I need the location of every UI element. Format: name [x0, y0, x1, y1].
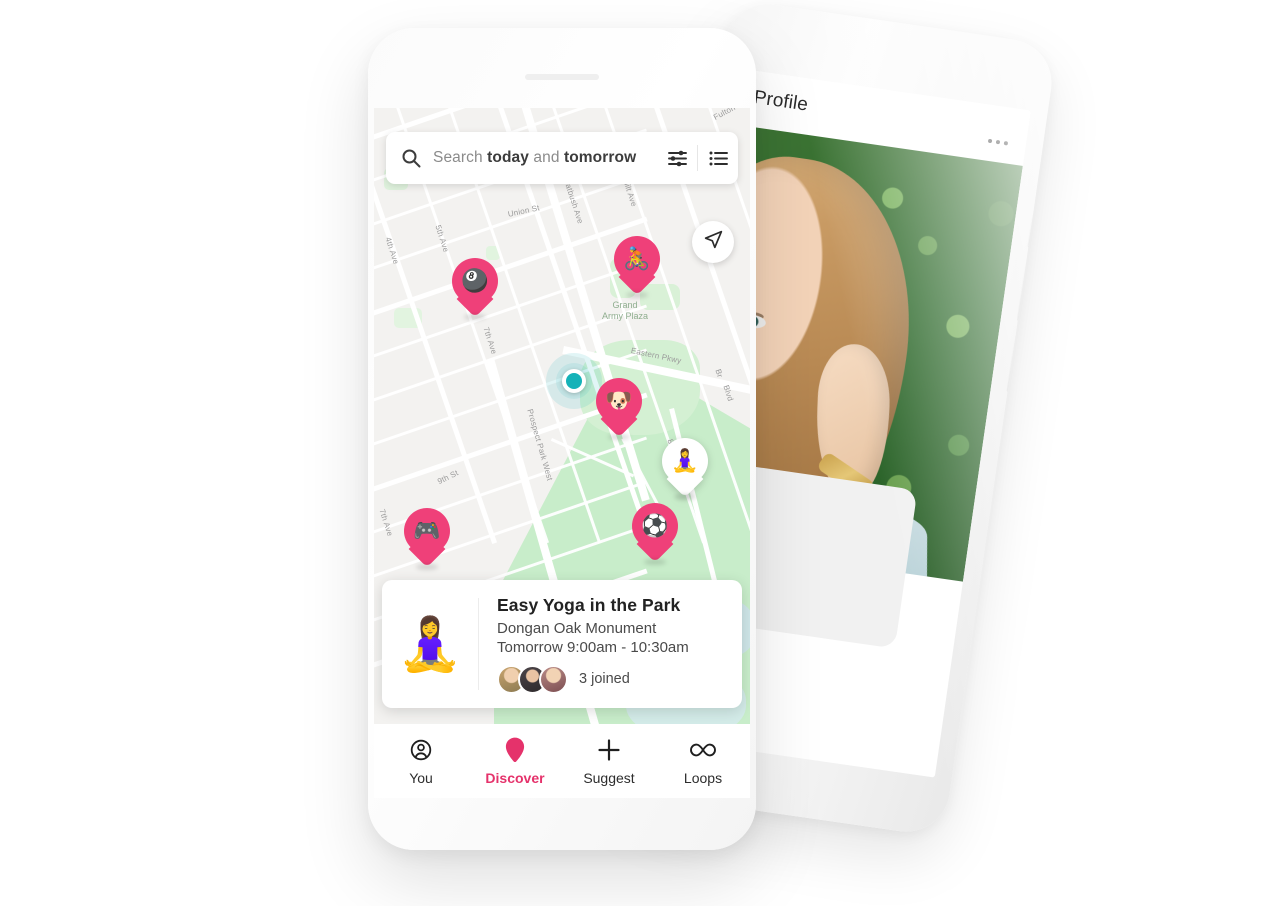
event-details: Easy Yoga in the Park Dongan Oak Monumen…: [479, 595, 742, 694]
infinity-icon: [688, 737, 718, 763]
nav-item-discover[interactable]: Discover: [468, 737, 562, 786]
sliders-icon[interactable]: [657, 148, 697, 169]
more-options-icon[interactable]: [987, 138, 1009, 146]
phone-side-button[interactable]: [1027, 213, 1037, 248]
phone-volume-button[interactable]: [1006, 334, 1019, 393]
locate-me-button[interactable]: [692, 221, 734, 263]
account-circle-icon: [409, 737, 433, 763]
pin-billiards[interactable]: 🎱: [452, 258, 498, 320]
event-time: Tomorrow 9:00am - 10:30am: [497, 638, 689, 656]
map-pin-icon: [504, 737, 526, 763]
front-phone-screen: Fulton 4th Ave 5th Ave Union St Flatbush Ave…: [374, 108, 750, 798]
front-phone-device: Fulton 4th Ave 5th Ave Union St Flatbush Ave…: [368, 28, 756, 850]
nav-label: Discover: [485, 769, 545, 786]
pin-gaming[interactable]: 🎮: [404, 508, 450, 570]
pin-dog[interactable]: 🐶: [596, 378, 642, 440]
search-bar[interactable]: Search today and tomorrow: [386, 132, 738, 184]
profile-title: Profile: [752, 86, 810, 116]
event-location: Dongan Oak Monument: [497, 619, 657, 637]
pin-soccer[interactable]: ⚽: [632, 503, 678, 565]
list-view-icon[interactable]: [698, 148, 738, 169]
screenshot-stage: Profile her people to ct Park. I was ut …: [0, 0, 1280, 906]
pin-billiards-glyph: 🎱: [461, 268, 489, 293]
event-title: Easy Yoga in the Park: [497, 594, 681, 615]
search-placeholder: Search today and tomorrow: [433, 149, 637, 166]
nav-label: You: [409, 769, 433, 786]
search-icon: [401, 148, 421, 168]
pin-yoga[interactable]: 🧘‍♀️: [662, 438, 708, 500]
pin-soccer-glyph: ⚽: [641, 513, 669, 538]
pin-cycling-glyph: 🚴: [623, 246, 651, 271]
street-label: Fulton: [712, 108, 737, 122]
avatar: [539, 664, 568, 694]
street-label: Prospect Park West: [525, 408, 555, 482]
phone-earpiece-speaker: [525, 74, 599, 80]
street-label: 9th St: [436, 468, 460, 487]
phone-volume-button[interactable]: [1016, 263, 1029, 322]
bottom-navigation-bar: You Discover Suggest Loops: [374, 724, 750, 798]
park-label: Grand Army Plaza: [602, 300, 649, 321]
pin-yoga-glyph: 🧘‍♀️: [671, 448, 699, 473]
joined-count-label: 3 joined: [579, 671, 630, 687]
street-label: 7th Ave: [481, 326, 499, 356]
event-attendees[interactable]: 3 joined: [497, 664, 742, 694]
nav-label: Suggest: [583, 769, 635, 786]
nav-item-loops[interactable]: Loops: [656, 737, 750, 786]
street-label: Br: [713, 368, 725, 379]
nav-item-you[interactable]: You: [374, 737, 468, 786]
street-label: 5th Ave: [433, 224, 451, 254]
pin-cycling[interactable]: 🚴: [614, 236, 660, 298]
pin-dog-glyph: 🐶: [605, 388, 633, 413]
navigation-arrow-icon: [703, 229, 724, 255]
plus-icon: [596, 737, 622, 763]
event-card[interactable]: 🧘‍♀️ Easy Yoga in the Park Dongan Oak Mo…: [382, 580, 742, 708]
nav-item-suggest[interactable]: Suggest: [562, 737, 656, 786]
event-emoji-icon: 🧘‍♀️: [397, 615, 463, 674]
pin-gaming-glyph: 🎮: [413, 518, 441, 543]
avatar-group: [497, 664, 568, 694]
user-location-dot: [546, 353, 602, 409]
nav-label: Loops: [683, 769, 723, 786]
